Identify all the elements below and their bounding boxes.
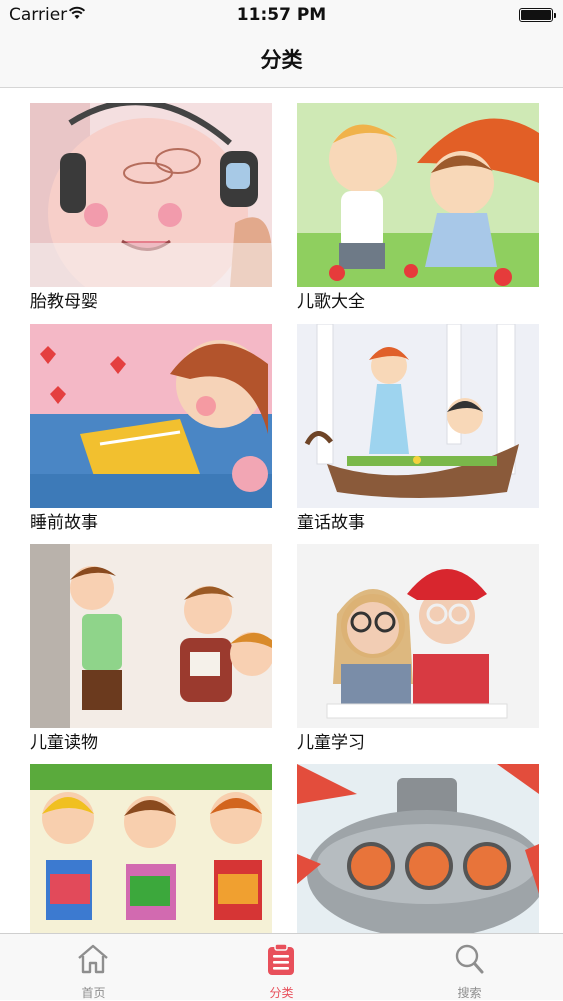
- tab-label-home: 首页: [81, 986, 106, 1000]
- category-label: 儿歌大全: [297, 292, 365, 312]
- status-bar: Carrier 11:57 PM: [0, 0, 563, 30]
- list-icon: [268, 943, 294, 975]
- category-item-submarine[interactable]: [297, 764, 539, 933]
- tab-bar: 首页 分类 搜索: [0, 933, 563, 1000]
- category-item-prenatal[interactable]: 胎教母婴: [30, 103, 272, 313]
- battery-icon: [519, 8, 556, 22]
- category-image-bedtime[interactable]: [30, 324, 272, 508]
- category-grid[interactable]: 胎教母婴 儿歌大全 睡前故事 童话故事 儿童读物 儿童学习: [0, 88, 563, 933]
- tab-home[interactable]: 首页: [0, 934, 187, 1001]
- category-item-reading[interactable]: [30, 764, 272, 933]
- category-image-prenatal[interactable]: [30, 103, 272, 287]
- category-item-fairytales[interactable]: 童话故事: [297, 324, 539, 534]
- category-item-learning[interactable]: 儿童学习: [297, 544, 539, 754]
- page-title: 分类: [260, 48, 303, 72]
- category-image-learning[interactable]: [297, 544, 539, 728]
- tab-category[interactable]: 分类: [188, 934, 375, 1001]
- tab-search[interactable]: 搜索: [376, 934, 563, 1001]
- home-icon: [78, 944, 108, 974]
- category-image-submarine[interactable]: [297, 764, 539, 933]
- category-item-songs[interactable]: 儿歌大全: [297, 103, 539, 313]
- tab-label-search: 搜索: [457, 986, 482, 1000]
- category-item-bedtime[interactable]: 睡前故事: [30, 324, 272, 534]
- navigation-bar: 分类: [0, 30, 563, 88]
- category-image-songs[interactable]: [297, 103, 539, 287]
- category-image-fairytales[interactable]: [297, 324, 539, 508]
- category-item-books[interactable]: 儿童读物: [30, 544, 272, 754]
- status-time: 11:57 PM: [236, 5, 327, 25]
- category-label: 睡前故事: [30, 513, 98, 533]
- category-image-books[interactable]: [30, 544, 272, 728]
- tab-label-category: 分类: [269, 986, 294, 1000]
- category-image-reading[interactable]: [30, 764, 272, 933]
- category-label: 儿童学习: [297, 733, 365, 753]
- search-icon: [455, 944, 484, 974]
- category-label: 儿童读物: [30, 733, 98, 753]
- category-label: 胎教母婴: [30, 292, 98, 312]
- category-label: 童话故事: [297, 513, 365, 533]
